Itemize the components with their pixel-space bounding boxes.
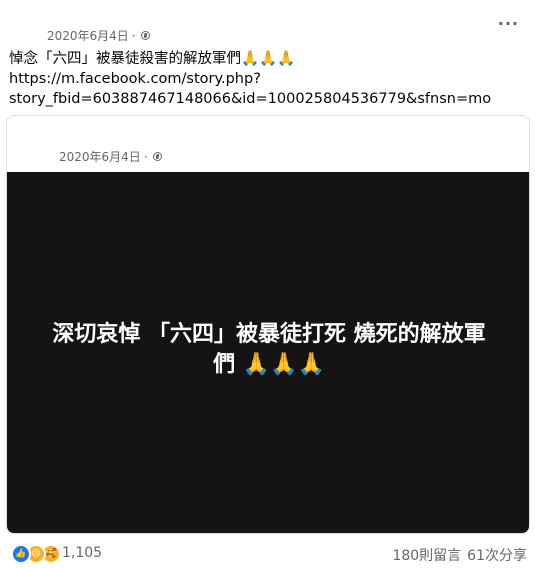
more-options-button[interactable]: ···: [498, 14, 519, 33]
share-count[interactable]: 61次分享: [467, 545, 527, 565]
card-text-line: 們 🙏🙏🙏: [213, 352, 325, 377]
meta-separator: ·: [131, 28, 136, 43]
post-timestamp[interactable]: 2020年6月4日: [47, 27, 129, 44]
shared-post-timestamp[interactable]: 2020年6月4日: [59, 148, 141, 165]
post-meta: 2020年6月4日 ·: [47, 27, 150, 44]
globe-icon: [140, 31, 150, 40]
shared-post[interactable]: 2020年6月4日 · 深切哀悼 「六四」被暴徒打死 燒死的解放軍 們 🙏🙏🙏: [6, 115, 530, 534]
post-text-line: 悼念「六四」被暴徒殺害的解放軍們🙏🙏🙏: [9, 51, 296, 67]
post-link-line[interactable]: https://m.facebook.com/story.php?: [9, 69, 524, 89]
shared-post-meta: 2020年6月4日 ·: [59, 148, 162, 165]
card-text-line: 深切哀悼 「六四」被暴徒打死 燒死的解放軍: [52, 322, 486, 347]
post-text: 悼念「六四」被暴徒殺害的解放軍們🙏🙏🙏 https://m.facebook.c…: [9, 49, 524, 109]
reaction-count[interactable]: 1,105: [62, 545, 102, 561]
post: 2020年6月4日 · ··· 悼念「六四」被暴徒殺害的解放軍們🙏🙏🙏 http…: [0, 0, 535, 568]
like-icon: 👍: [11, 544, 31, 564]
reaction-icons[interactable]: 👍 😢 🥰: [11, 544, 61, 564]
post-stats: 180則留言 61次分享: [392, 545, 527, 565]
globe-icon: [152, 152, 162, 161]
card-text: 深切哀悼 「六四」被暴徒打死 燒死的解放軍 們 🙏🙏🙏: [29, 320, 509, 380]
post-footer: 👍 😢 🥰 1,105 180則留言 61次分享: [0, 540, 535, 566]
meta-separator: ·: [143, 149, 148, 164]
comment-count[interactable]: 180則留言: [392, 545, 461, 565]
post-link-line[interactable]: story_fbid=603887467148066&id=1000258045…: [9, 89, 524, 109]
text-card[interactable]: 深切哀悼 「六四」被暴徒打死 燒死的解放軍 們 🙏🙏🙏: [7, 172, 529, 533]
